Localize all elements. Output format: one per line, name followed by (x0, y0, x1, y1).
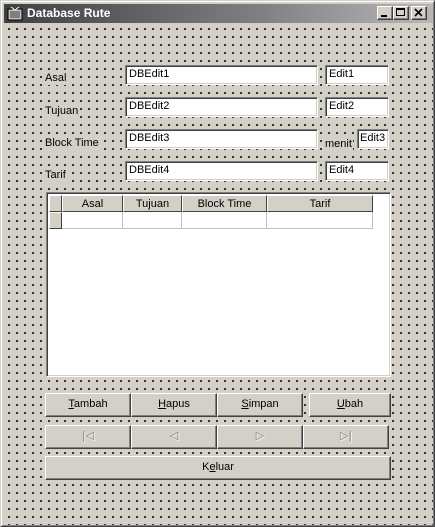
close-icon (414, 8, 423, 17)
navigator-prior-button[interactable]: ◁ (131, 425, 217, 449)
minimize-icon (381, 15, 387, 17)
simpan-mnemonic: S (241, 398, 249, 410)
keluar-button[interactable]: Keluar (45, 456, 391, 480)
navigator-next-button[interactable]: ▷ (217, 425, 303, 449)
grid-cell-block-time[interactable] (182, 212, 267, 229)
tambah-button[interactable]: Tambah (45, 393, 131, 417)
minimize-button[interactable] (377, 6, 393, 20)
grid-indicator-header (49, 195, 62, 212)
next-record-icon: ▷ (255, 429, 265, 442)
close-button[interactable] (411, 6, 427, 20)
dbedit-block-time[interactable]: DBEdit3 (125, 129, 318, 149)
keluar-label: luar (215, 461, 234, 473)
ubah-mnemonic: U (336, 398, 345, 410)
ubah-button[interactable]: Ubah (309, 393, 391, 417)
grid-header-tujuan[interactable]: Tujuan (123, 195, 182, 212)
grid-header-tarif[interactable]: Tarif (267, 195, 373, 212)
edit-tarif[interactable]: Edit4 (325, 161, 389, 181)
edit-tujuan[interactable]: Edit2 (325, 97, 389, 117)
edit-asal[interactable]: Edit1 (325, 65, 389, 85)
ubah-label: bah (344, 398, 364, 410)
app-icon (7, 6, 23, 21)
grid-cell-tarif[interactable] (267, 212, 373, 229)
database-rute-window: Database Rute Asal Tujuan Block Time Tar… (0, 0, 435, 527)
asal-label: Asal (44, 72, 68, 85)
window-title: Database Rute (27, 6, 111, 20)
maximize-icon (396, 8, 405, 16)
dbedit-asal[interactable]: DBEdit1 (125, 65, 318, 85)
navigator-last-button[interactable]: ▷| (303, 425, 389, 449)
first-record-icon: |◁ (81, 429, 95, 442)
dbedit-tujuan[interactable]: DBEdit2 (125, 97, 318, 117)
grid-row-indicator[interactable] (49, 212, 62, 229)
menit-label: menit (324, 138, 353, 151)
grid-header-asal[interactable]: Asal (62, 195, 123, 212)
title-bar[interactable]: Database Rute (4, 4, 433, 23)
hapus-button[interactable]: Hapus (131, 393, 217, 417)
grid-cell-tujuan[interactable] (123, 212, 182, 229)
simpan-button[interactable]: Simpan (217, 393, 303, 417)
hapus-label: apus (166, 398, 190, 410)
hapus-mnemonic: H (158, 398, 167, 410)
block-time-label: Block Time (44, 137, 100, 150)
grid-cell-asal[interactable] (62, 212, 123, 229)
prior-record-icon: ◁ (169, 429, 179, 442)
tujuan-label: Tujuan (44, 105, 80, 118)
maximize-button[interactable] (393, 6, 409, 20)
form-client-area: Asal Tujuan Block Time Tarif DBEdit1 DBE… (4, 24, 433, 525)
rute-db-grid[interactable]: Asal Tujuan Block Time Tarif (46, 192, 391, 377)
tarif-label: Tarif (44, 169, 67, 182)
simpan-label: impan (248, 398, 279, 410)
edit-block-time[interactable]: Edit3 (357, 129, 389, 149)
dbedit-tarif[interactable]: DBEdit4 (125, 161, 318, 181)
navigator-first-button[interactable]: |◁ (45, 425, 131, 449)
grid-header-block-time[interactable]: Block Time (182, 195, 267, 212)
last-record-icon: ▷| (339, 429, 353, 442)
tambah-label: ambah (73, 398, 108, 410)
